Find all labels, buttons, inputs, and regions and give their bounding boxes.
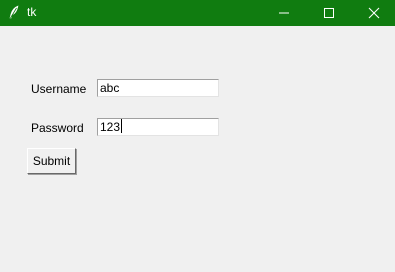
close-icon bbox=[368, 7, 380, 19]
password-field[interactable]: 123 bbox=[97, 118, 219, 136]
username-field[interactable]: abc bbox=[97, 79, 219, 97]
text-caret bbox=[121, 119, 123, 133]
password-label: Password bbox=[31, 121, 84, 135]
close-button[interactable] bbox=[351, 0, 395, 26]
username-value: abc bbox=[100, 81, 120, 95]
password-value: 123 bbox=[100, 120, 121, 134]
maximize-button[interactable] bbox=[306, 0, 352, 26]
minimize-icon bbox=[279, 12, 289, 14]
tk-window: tk Username abc Password 123 Submit bbox=[0, 0, 395, 272]
minimize-button[interactable] bbox=[261, 0, 307, 26]
window-title: tk bbox=[27, 5, 37, 19]
username-label: Username bbox=[31, 82, 87, 96]
title-bar[interactable]: tk bbox=[0, 0, 395, 26]
submit-button[interactable]: Submit bbox=[27, 148, 76, 174]
feather-icon bbox=[8, 5, 20, 19]
maximize-icon bbox=[324, 8, 334, 18]
